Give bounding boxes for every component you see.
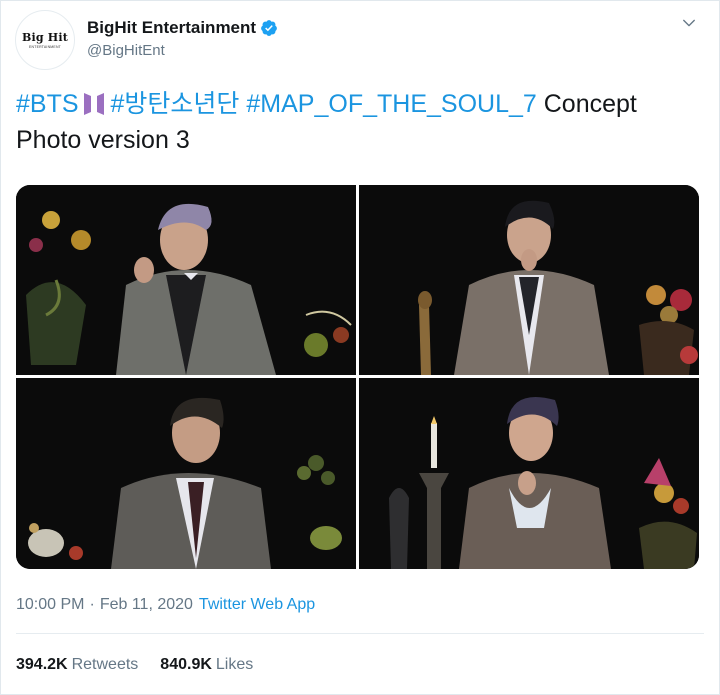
avatar-logo-text: Big Hit (21, 31, 69, 44)
hashtag-link[interactable]: #방탄소년단 (111, 90, 240, 118)
meta-separator: · (89, 596, 95, 613)
author-name-row[interactable]: BigHit Entertainment (87, 18, 278, 38)
likes-stat[interactable]: 840.9K Likes (160, 656, 253, 674)
hashtag-link[interactable]: #BTS (16, 90, 79, 118)
likes-label: Likes (215, 656, 254, 673)
bts-logo-emoji-icon (83, 93, 104, 115)
concept-photo[interactable] (16, 378, 356, 569)
media-grid (16, 185, 699, 569)
display-name[interactable]: BigHit Entertainment (87, 18, 256, 38)
retweets-count: 394.2K (16, 656, 68, 673)
concept-photo[interactable] (359, 378, 699, 569)
concept-photo[interactable] (359, 185, 699, 375)
tweet-time[interactable]: 10:00 PM (16, 596, 84, 614)
photo-graphic (359, 185, 699, 375)
retweets-label: Retweets (71, 656, 139, 673)
tweet-stats: 394.2K Retweets 840.9K Likes (16, 656, 275, 674)
tweet-timestamp: 10:00 PM · Feb 11, 2020 Twitter Web App (16, 596, 315, 614)
likes-count: 840.9K (160, 656, 212, 673)
photo-graphic (359, 378, 699, 569)
tweet-date[interactable]: Feb 11, 2020 (100, 596, 193, 614)
photo-graphic (16, 185, 356, 375)
account-handle[interactable]: @BigHitEnt (87, 42, 165, 59)
avatar-logo-subtext: ENTERTAINMENT (28, 45, 62, 49)
hashtag-link[interactable]: #MAP_OF_THE_SOUL_7 (246, 90, 536, 118)
retweets-stat[interactable]: 394.2K Retweets (16, 656, 138, 674)
divider (16, 633, 704, 634)
avatar[interactable]: Big Hit ENTERTAINMENT (15, 10, 75, 70)
tweet-text: #BTS #방탄소년단 #MAP_OF_THE_SOUL_7 Concept P… (16, 86, 696, 158)
photo-graphic (16, 378, 356, 569)
concept-photo[interactable] (16, 185, 356, 375)
chevron-down-icon[interactable] (680, 14, 698, 32)
verified-badge-icon (261, 20, 277, 36)
tweet-source-link[interactable]: Twitter Web App (199, 596, 315, 614)
